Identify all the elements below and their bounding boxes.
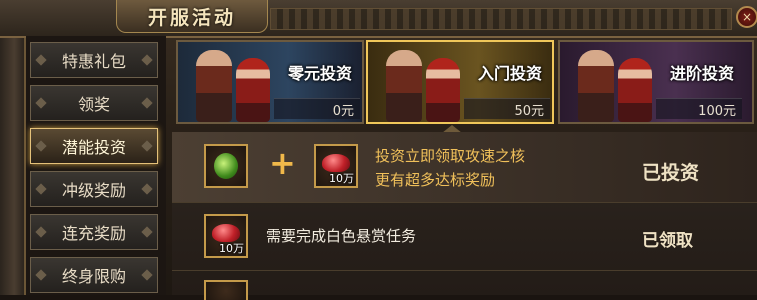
sidebar: 特惠礼包 领奖 潜能投资 冲级奖励 连充奖励 终身限购: [26, 36, 166, 295]
item-quantity: 10万: [329, 172, 354, 185]
tier-price-bar: 0元: [274, 98, 360, 119]
tier-card-advanced[interactable]: 进阶投资 100元: [558, 40, 754, 124]
diamond-icon: [35, 226, 47, 238]
window-title: 开服活动: [147, 6, 236, 29]
green-core-gem: [214, 153, 238, 179]
tier-price: 0元: [332, 104, 354, 119]
diamond-icon: [141, 54, 153, 66]
tier-price: 50元: [514, 104, 544, 119]
reward-description: 需要完成白色悬赏任务: [266, 227, 417, 245]
heroine-figure: [236, 58, 270, 122]
sidebar-item-label: 特惠礼包: [61, 52, 126, 71]
heroine-figure: [618, 58, 652, 122]
reward-status: 已投资: [642, 162, 700, 184]
plus-icon: +: [269, 144, 296, 182]
reward-row: + 10万 投资立即领取攻速之核 更有超多达标奖励 已投资: [172, 132, 757, 203]
sidebar-item-label: 潜能投资: [61, 138, 126, 157]
sidebar-item-label: 冲级奖励: [61, 181, 126, 200]
green-core-icon[interactable]: [204, 144, 248, 188]
sidebar-item-special-pack[interactable]: 特惠礼包: [30, 42, 158, 78]
sidebar-item-level-reward[interactable]: 冲级奖励: [30, 171, 158, 207]
tier-price: 100元: [698, 104, 736, 119]
window-left-border: [0, 0, 26, 295]
sidebar-item-label: 领奖: [77, 95, 110, 114]
diamond-icon: [141, 97, 153, 109]
red-gem-icon[interactable]: 10万: [314, 144, 358, 188]
reward-row: 10万 需要完成白色悬赏任务 已领取: [172, 204, 757, 271]
tier-name: 进阶投资: [669, 64, 734, 83]
tier-price-bar: 50元: [464, 98, 550, 119]
sidebar-item-label: 连充奖励: [61, 224, 126, 243]
tier-name: 入门投资: [477, 64, 542, 83]
tier-card-zero[interactable]: 零元投资 0元: [176, 40, 364, 124]
sidebar-item-reward[interactable]: 领奖: [30, 85, 158, 121]
diamond-icon: [141, 140, 153, 152]
diamond-icon: [35, 183, 47, 195]
item-quantity: 10万: [219, 242, 244, 255]
investment-tiers: 零元投资 0元 入门投资 50元 进阶投资 100元: [172, 38, 757, 128]
warrior-figure: [196, 50, 232, 122]
warrior-figure: [578, 50, 614, 122]
title-ornament: [270, 8, 732, 30]
diamond-icon: [35, 54, 47, 66]
title-plate: 开服活动: [116, 0, 268, 33]
reward-item-slot[interactable]: [204, 280, 248, 300]
reward-description-line: 投资立即领取攻速之核: [375, 147, 526, 165]
tier-name: 零元投资: [287, 64, 352, 83]
diamond-icon: [141, 269, 153, 281]
diamond-icon: [141, 183, 153, 195]
sidebar-item-consecutive-recharge[interactable]: 连充奖励: [30, 214, 158, 250]
reward-description-line: 更有超多达标奖励: [375, 171, 496, 189]
diamond-icon: [35, 269, 47, 281]
title-bar: 开服活动 ×: [0, 0, 757, 38]
tier-card-entry[interactable]: 入门投资 50元: [366, 40, 554, 124]
heroine-figure: [426, 58, 460, 122]
red-gem-icon[interactable]: 10万: [204, 214, 248, 258]
sidebar-item-lifetime-limited[interactable]: 终身限购: [30, 257, 158, 293]
warrior-figure: [386, 50, 422, 122]
tier-price-bar: 100元: [656, 98, 742, 119]
reward-description: 投资立即领取攻速之核 更有超多达标奖励: [375, 144, 525, 192]
reward-list: + 10万 投资立即领取攻速之核 更有超多达标奖励 已投资 10万 需要完成白色…: [172, 132, 757, 300]
diamond-icon: [141, 226, 153, 238]
close-button[interactable]: ×: [736, 6, 757, 28]
sidebar-item-label: 终身限购: [61, 267, 126, 286]
diamond-icon: [35, 140, 47, 152]
reward-row: [172, 272, 757, 300]
diamond-icon: [35, 97, 47, 109]
reward-status: 已领取: [642, 231, 693, 251]
sidebar-item-potential-investment[interactable]: 潜能投资: [30, 128, 158, 164]
